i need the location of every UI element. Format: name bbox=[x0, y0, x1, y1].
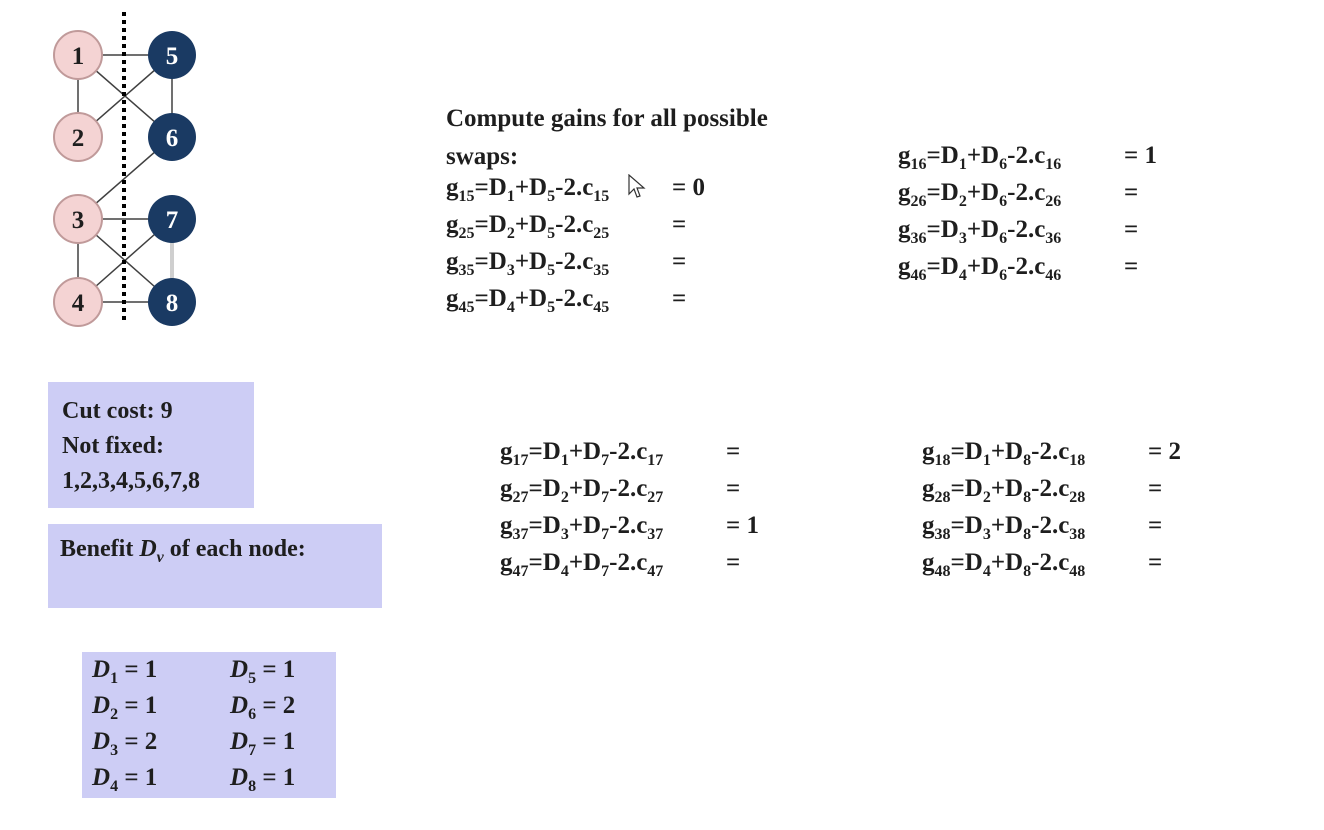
gain-equation: g26=D2+D6-2.c26 = bbox=[898, 179, 1139, 210]
left-partition: 1 2 3 4 bbox=[53, 30, 103, 327]
gain-result: = bbox=[672, 248, 687, 275]
gain-result: = bbox=[726, 475, 741, 502]
heading: Compute gains for all possible swaps: bbox=[446, 100, 768, 176]
gain-equation: g48=D4+D8-2.c48 = bbox=[922, 549, 1163, 580]
gain-result: = 1 bbox=[726, 512, 759, 539]
mouse-cursor-icon bbox=[628, 174, 646, 198]
d-value-5: D5 = 1 bbox=[230, 656, 296, 687]
gain-equation: g37=D3+D7-2.c37 = 1 bbox=[500, 512, 759, 543]
gain-result: = bbox=[672, 211, 687, 238]
gain-result: = bbox=[1124, 253, 1139, 280]
gain-result: = 0 bbox=[672, 174, 705, 201]
gain-equation: g25=D2+D5-2.c25 = bbox=[446, 211, 687, 242]
node-4-label: 4 bbox=[72, 290, 85, 317]
not-fixed-list: 1,2,3,4,5,6,7,8 bbox=[62, 468, 200, 494]
gain-equation: g15=D1+D5-2.c15 = 0 bbox=[446, 174, 705, 205]
gain-result: = 2 bbox=[1148, 438, 1181, 465]
heading-line-1: Compute gains for all possible bbox=[446, 105, 768, 132]
node-8-label: 8 bbox=[166, 290, 179, 317]
gain-equation: g36=D3+D6-2.c36 = bbox=[898, 216, 1139, 247]
node-3-label: 3 bbox=[72, 207, 85, 234]
node-5-label: 5 bbox=[166, 43, 179, 70]
cut-cost-box: Cut cost: 9 Not fixed: 1,2,3,4,5,6,7,8 bbox=[48, 382, 254, 508]
gain-equation: g28=D2+D8-2.c28 = bbox=[922, 475, 1163, 506]
not-fixed-label: Not fixed: bbox=[62, 433, 164, 459]
benefit-label-pre: Benefit bbox=[60, 536, 140, 562]
cut-cost-text: Cut cost: 9 bbox=[62, 398, 173, 424]
gain-result: = bbox=[1148, 475, 1163, 502]
gain-equation: g17=D1+D7-2.c17 = bbox=[500, 438, 741, 469]
gain-equation: g18=D1+D8-2.c18 = 2 bbox=[922, 438, 1181, 469]
node-2-label: 2 bbox=[72, 125, 85, 152]
benefit-label-post: of each node: bbox=[163, 536, 306, 562]
d-value-4: D4 = 1 bbox=[92, 764, 158, 795]
benefit-var-sub: v bbox=[156, 548, 164, 566]
right-partition: 5 6 7 8 bbox=[148, 31, 196, 326]
d-value-7: D7 = 1 bbox=[230, 728, 296, 759]
gain-result: = bbox=[1124, 216, 1139, 243]
gain-result: = bbox=[1148, 549, 1163, 576]
node-1-label: 1 bbox=[72, 43, 85, 70]
gain-equation: g35=D3+D5-2.c35 = bbox=[446, 248, 687, 279]
d-value-3: D3 = 2 bbox=[92, 728, 158, 759]
gain-result: = bbox=[672, 285, 687, 312]
benefit-box: Benefit Dv of each node: bbox=[48, 524, 382, 608]
gain-equation: g45=D4+D5-2.c45 = bbox=[446, 285, 687, 316]
gain-result: = 1 bbox=[1124, 142, 1157, 169]
d-value-1: D1 = 1 bbox=[92, 656, 158, 687]
d-value-8: D8 = 1 bbox=[230, 764, 296, 795]
gain-equation: g27=D2+D7-2.c27 = bbox=[500, 475, 741, 506]
d-value-2: D2 = 1 bbox=[92, 692, 158, 723]
gain-result: = bbox=[1148, 512, 1163, 539]
d-values-box: D1 = 1 D2 = 1 D3 = 2 D4 = 1 D5 = 1 D6 = … bbox=[82, 652, 336, 798]
gain-equation: g47=D4+D7-2.c47 = bbox=[500, 549, 741, 580]
node-6-label: 6 bbox=[166, 125, 179, 152]
gain-equation: g38=D3+D8-2.c38 = bbox=[922, 512, 1163, 543]
gain-result: = bbox=[1124, 179, 1139, 206]
d-value-6: D6 = 2 bbox=[230, 692, 296, 723]
gain-result: = bbox=[726, 549, 741, 576]
bipartition-graph: 1 2 3 4 5 6 7 8 bbox=[53, 12, 196, 327]
gain-equation: g46=D4+D6-2.c46 = bbox=[898, 253, 1139, 284]
heading-line-2: swaps: bbox=[446, 143, 519, 170]
gain-result: = bbox=[726, 438, 741, 465]
gain-equation: g16=D1+D6-2.c16 = 1 bbox=[898, 142, 1157, 173]
node-7-label: 7 bbox=[166, 207, 179, 234]
benefit-var: D bbox=[139, 536, 157, 562]
